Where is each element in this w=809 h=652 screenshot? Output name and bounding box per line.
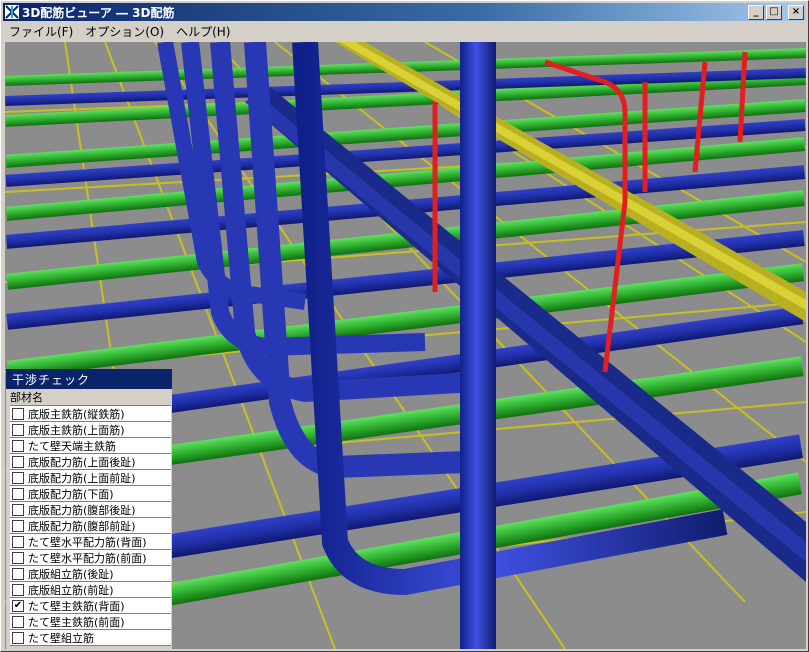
menu-bar: ファイル(F) オプション(O) ヘルプ(H) bbox=[3, 22, 236, 40]
checkbox[interactable] bbox=[12, 407, 24, 420]
menu-options[interactable]: オプション(O) bbox=[79, 23, 170, 40]
list-item[interactable]: たて壁組立筋 bbox=[10, 630, 171, 646]
list-item[interactable]: 底版配力筋(下面) bbox=[10, 486, 171, 502]
minimize-button[interactable]: _ bbox=[748, 5, 764, 20]
checkbox[interactable] bbox=[12, 551, 24, 564]
list-item[interactable]: 底版配力筋(腹部後趾) bbox=[10, 502, 171, 518]
checkbox[interactable] bbox=[12, 535, 24, 548]
list-item[interactable]: 底版組立筋(後趾) bbox=[10, 566, 171, 582]
checkbox[interactable] bbox=[12, 631, 24, 644]
title-bar[interactable]: 3D配筋ビューア ― 3D配筋 _ □ × bbox=[3, 3, 806, 21]
list-item[interactable]: たて壁水平配力筋(前面) bbox=[10, 550, 171, 566]
list-item[interactable]: たて壁水平配力筋(背面) bbox=[10, 534, 171, 550]
list-item[interactable]: 底版配力筋(上面後趾) bbox=[10, 454, 171, 470]
column-header: 部材名 bbox=[10, 391, 43, 404]
list-item[interactable]: たて壁天端主鉄筋 bbox=[10, 438, 171, 454]
checkbox[interactable] bbox=[12, 567, 24, 580]
checkbox[interactable]: ✔ bbox=[12, 599, 24, 612]
list-item[interactable]: 底版主鉄筋(縦鉄筋) bbox=[10, 406, 171, 422]
menu-help[interactable]: ヘルプ(H) bbox=[170, 23, 236, 40]
menu-file[interactable]: ファイル(F) bbox=[3, 23, 79, 40]
interference-check-panel: 干渉チェック 部材名 底版主鉄筋(縦鉄筋) 底版主鉄筋(上面筋) たて壁天端主鉄… bbox=[6, 369, 172, 649]
list-item[interactable]: 底版組立筋(前趾) bbox=[10, 582, 171, 598]
list-item[interactable]: たて壁主鉄筋(前面) bbox=[10, 614, 171, 630]
close-button[interactable]: × bbox=[788, 5, 804, 20]
list-item[interactable]: ✔ たて壁主鉄筋(背面) bbox=[10, 598, 171, 614]
checkbox[interactable] bbox=[12, 471, 24, 484]
checkbox[interactable] bbox=[12, 439, 24, 452]
checkbox[interactable] bbox=[12, 423, 24, 436]
app-icon bbox=[5, 5, 19, 19]
window-title: 3D配筋ビューア ― 3D配筋 bbox=[22, 5, 175, 20]
checkbox[interactable] bbox=[12, 615, 24, 628]
list-item[interactable]: 底版主鉄筋(上面筋) bbox=[10, 422, 171, 438]
checkbox[interactable] bbox=[12, 503, 24, 516]
checkbox[interactable] bbox=[12, 455, 24, 468]
member-list: 底版主鉄筋(縦鉄筋) 底版主鉄筋(上面筋) たて壁天端主鉄筋 底版配力筋(上面後… bbox=[10, 405, 171, 646]
panel-title: 干渉チェック bbox=[6, 369, 172, 389]
checkbox[interactable] bbox=[12, 583, 24, 596]
app-window: 3D配筋ビューア ― 3D配筋 _ □ × ファイル(F) オプション(O) ヘ… bbox=[0, 0, 809, 652]
checkbox[interactable] bbox=[12, 487, 24, 500]
list-item[interactable]: 底版配力筋(上面前趾) bbox=[10, 470, 171, 486]
checkbox[interactable] bbox=[12, 519, 24, 532]
maximize-button[interactable]: □ bbox=[766, 5, 782, 20]
list-item[interactable]: 底版配力筋(腹部前趾) bbox=[10, 518, 171, 534]
